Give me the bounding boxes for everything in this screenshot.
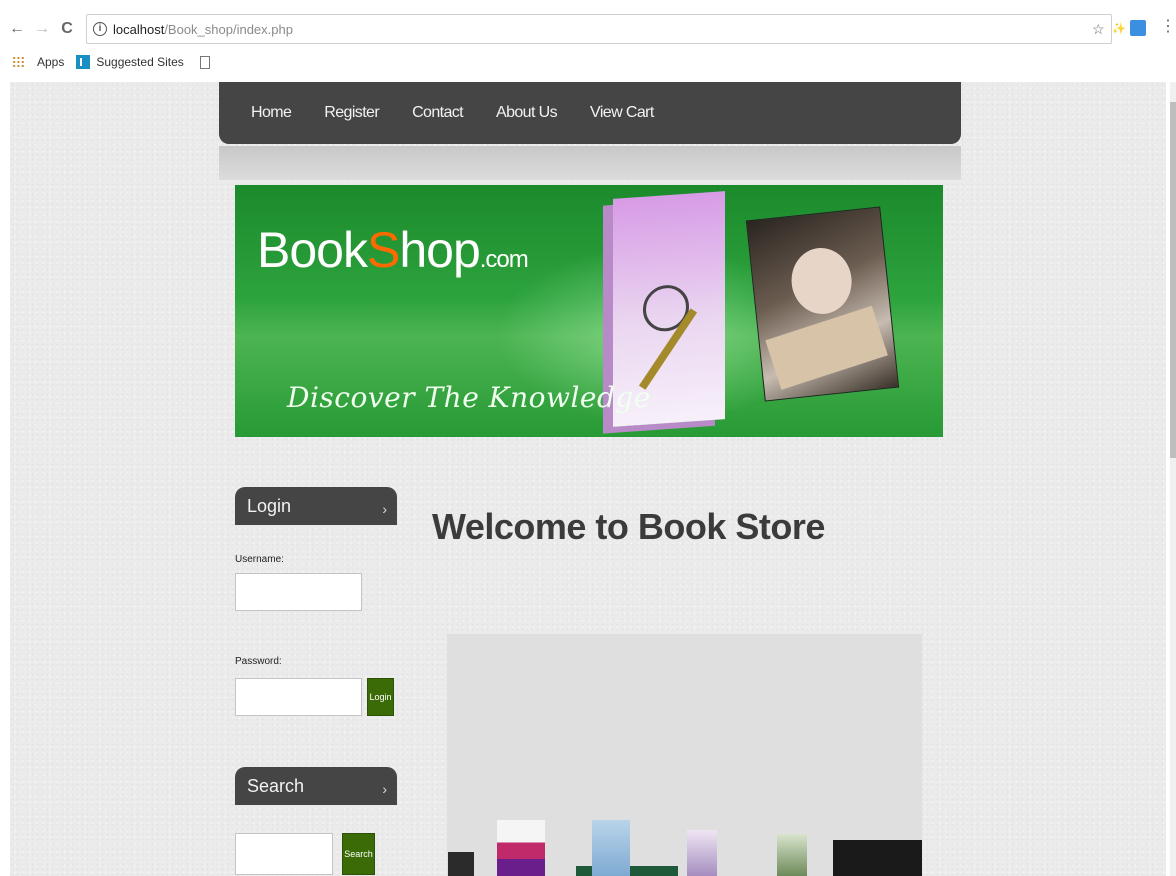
forward-arrow-icon[interactable]: → [33, 19, 51, 39]
password-input[interactable] [235, 678, 362, 716]
scrollbar-thumb[interactable] [1170, 102, 1176, 458]
password-label: Password: [235, 656, 282, 667]
main-nav: Home Register Contact About Us View Cart [219, 82, 961, 144]
logo-text-book: Book [257, 222, 368, 278]
header-band [219, 146, 961, 180]
nav-register[interactable]: Register [324, 104, 379, 122]
book-thumbnail[interactable] [592, 820, 630, 876]
search-input[interactable] [235, 833, 333, 875]
nav-view-cart[interactable]: View Cart [590, 104, 654, 122]
username-input[interactable] [235, 573, 362, 611]
login-button[interactable]: Login [367, 678, 394, 716]
address-bar[interactable]: i localhost/Book_shop/index.php [86, 14, 1112, 44]
browser-chrome: ← → C i localhost/Book_shop/index.php ☆ … [0, 0, 1176, 76]
book-thumbnail[interactable] [687, 830, 717, 876]
search-panel-title: Search [247, 775, 305, 796]
bookmark-suggested-sites[interactable]: Suggested Sites [96, 55, 183, 69]
bookmarks-bar: Apps Suggested Sites [0, 50, 1176, 74]
bookmark-star-icon[interactable]: ☆ [1092, 20, 1105, 38]
login-panel-header: Login › [235, 487, 397, 525]
nav-contact[interactable]: Contact [412, 104, 464, 122]
chevron-right-icon: › [382, 501, 387, 517]
book-thumbnail[interactable] [497, 820, 545, 876]
nav-about-us[interactable]: About Us [496, 104, 558, 122]
welcome-heading: Welcome to Book Store [432, 506, 825, 547]
logo-text-hop: hop [399, 222, 480, 278]
logo-tld: .com [479, 246, 529, 273]
search-button[interactable]: Search [342, 833, 375, 875]
page-viewport: Home Register Contact About Us View Cart… [10, 82, 1166, 876]
nav-home[interactable]: Home [251, 104, 292, 122]
browser-menu-icon[interactable]: ⋮ [1160, 18, 1176, 36]
logo-accent-letter: S [366, 222, 400, 278]
chevron-right-icon: › [382, 781, 387, 797]
info-icon[interactable]: i [93, 22, 107, 36]
site-logo: BookShop.com [257, 221, 529, 279]
extension-badge-icon[interactable] [1130, 20, 1146, 36]
search-panel-header: Search › [235, 767, 397, 805]
apps-grid-icon[interactable] [12, 56, 25, 68]
url-host: localhost [113, 21, 165, 37]
header-banner: BookShop.com Discover The Knowledge [235, 185, 943, 437]
book-thumbnail[interactable] [448, 852, 474, 876]
book-thumbnail[interactable] [777, 834, 807, 876]
username-label: Username: [235, 554, 284, 565]
reload-icon[interactable]: C [58, 19, 76, 39]
url-path: /Book_shop/index.php [164, 21, 293, 37]
bookmark-apps[interactable]: Apps [37, 55, 64, 69]
bing-icon[interactable] [76, 55, 91, 69]
banner-tagline: Discover The Knowledge [287, 381, 651, 414]
back-arrow-icon[interactable]: ← [8, 19, 26, 39]
login-panel-title: Login [247, 495, 292, 516]
page-scrollbar[interactable] [1170, 82, 1176, 876]
child-reading-photo [745, 206, 900, 402]
book-thumbnail[interactable] [833, 840, 922, 876]
extension-icon[interactable]: ✨ [1112, 20, 1126, 38]
book-showcase [447, 634, 922, 876]
page-icon[interactable] [199, 55, 210, 69]
